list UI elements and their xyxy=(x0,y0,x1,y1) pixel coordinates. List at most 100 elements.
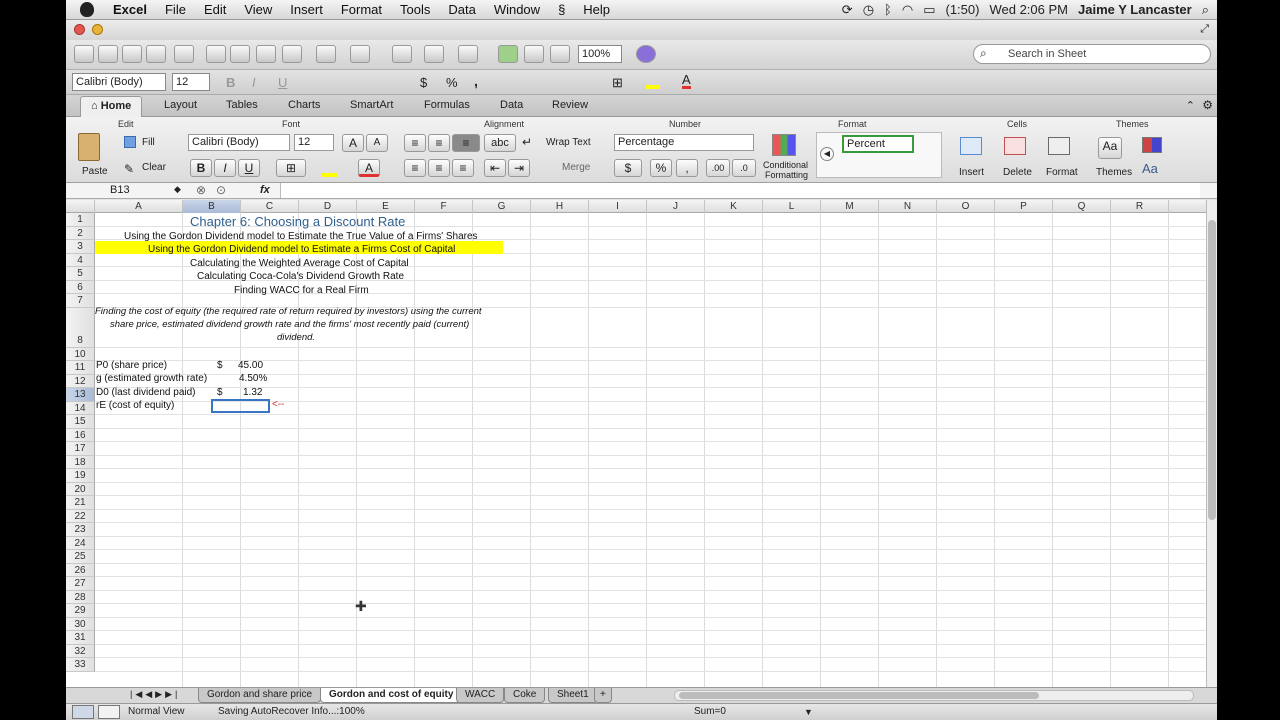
row-header-28[interactable]: 28 xyxy=(66,590,95,604)
row-header-21[interactable]: 21 xyxy=(66,496,95,510)
themes-button[interactable]: Themes xyxy=(1096,167,1132,178)
increase-decimal-button[interactable]: .00 xyxy=(706,159,730,177)
align-bottom-button[interactable]: ≡ xyxy=(452,134,480,152)
zoom-field[interactable]: 100% xyxy=(578,45,622,63)
row-header-4[interactable]: 4 xyxy=(66,253,95,267)
bold-button[interactable]: B xyxy=(226,75,235,90)
column-header-B[interactable]: B xyxy=(183,200,241,213)
media-icon[interactable] xyxy=(550,45,570,63)
ribbon-borders-button[interactable]: ⊞ xyxy=(276,159,306,177)
horizontal-scroll-thumb[interactable] xyxy=(679,692,1039,699)
theme-fonts-button[interactable]: Aa xyxy=(1142,161,1158,176)
name-box-stepper[interactable]: ◆ xyxy=(174,184,181,195)
ribbon-settings-icon[interactable]: ⚙ xyxy=(1202,98,1213,112)
row-header-29[interactable]: 29 xyxy=(66,604,95,618)
shrink-font-button[interactable]: A xyxy=(366,134,388,152)
cell-B10-symbol[interactable]: $ xyxy=(217,360,223,371)
ribbon-font-field[interactable]: Calibri (Body) xyxy=(188,134,290,151)
column-header-I[interactable]: I xyxy=(589,200,647,213)
paste-icon[interactable] xyxy=(78,133,100,161)
fill-button[interactable]: Fill xyxy=(142,137,155,148)
cell-A8-line1[interactable]: Finding the cost of equity (the required… xyxy=(95,306,482,317)
redo-icon[interactable] xyxy=(350,45,370,63)
cancel-formula-icon[interactable]: ⊗ xyxy=(196,183,206,197)
row-header-18[interactable]: 18 xyxy=(66,455,95,469)
row-header-30[interactable]: 30 xyxy=(66,617,95,631)
cell-B12-symbol[interactable]: $ xyxy=(217,387,223,398)
clear-button[interactable]: Clear xyxy=(142,162,166,173)
row-header-1[interactable]: 1 xyxy=(66,213,95,227)
cell-A8-line2[interactable]: share price, estimated dividend growth r… xyxy=(110,319,469,330)
row-header-26[interactable]: 26 xyxy=(66,563,95,577)
function-icon[interactable] xyxy=(498,45,518,63)
sheet-tab-gordon-share-price[interactable]: Gordon and share price xyxy=(198,688,322,703)
number-comma-button[interactable]: , xyxy=(676,159,698,177)
column-header-K[interactable]: K xyxy=(705,200,763,213)
themes-icon[interactable]: Aa xyxy=(1098,137,1122,159)
ribbon-bold-button[interactable]: B xyxy=(190,159,212,177)
decrease-decimal-button[interactable]: .0 xyxy=(732,159,756,177)
ribbon-underline-button[interactable]: U xyxy=(238,159,260,177)
currency-button[interactable]: $ xyxy=(420,75,427,90)
conditional-formatting-icon[interactable] xyxy=(772,134,796,156)
help-icon[interactable] xyxy=(636,45,656,63)
row-header-20[interactable]: 20 xyxy=(66,482,95,496)
vertical-scrollbar[interactable] xyxy=(1206,200,1217,703)
cell-B12[interactable]: 1.32 xyxy=(243,387,262,398)
number-currency-button[interactable]: $ xyxy=(614,159,642,177)
menu-view[interactable]: View xyxy=(235,2,281,17)
cell-A12[interactable]: D0 (last dividend paid) xyxy=(96,387,196,398)
insert-cells-icon[interactable] xyxy=(960,137,982,155)
name-box[interactable]: B13 xyxy=(110,184,130,196)
row-header-27[interactable]: 27 xyxy=(66,577,95,591)
tab-layout[interactable]: Layout xyxy=(164,99,197,111)
column-header-E[interactable]: E xyxy=(357,200,415,213)
fill-icon[interactable] xyxy=(124,136,136,148)
column-header-J[interactable]: J xyxy=(647,200,705,213)
minimize-button[interactable] xyxy=(92,24,103,35)
align-left-button[interactable]: ≡ xyxy=(404,159,426,177)
theme-colors-icon[interactable] xyxy=(1142,137,1162,153)
selected-cell-B13[interactable] xyxy=(211,399,270,413)
wifi-icon[interactable]: ◠ xyxy=(902,2,913,18)
format-painter-icon[interactable] xyxy=(282,45,302,63)
font-color-button[interactable]: A xyxy=(682,73,691,89)
spotlight-icon[interactable]: ⌕ xyxy=(1202,2,1209,18)
column-header-Q[interactable]: Q xyxy=(1053,200,1111,213)
row-header-11[interactable]: 11 xyxy=(66,361,95,375)
cell-A6[interactable]: Finding WACC for a Real Firm xyxy=(234,285,369,296)
horizontal-scrollbar[interactable] xyxy=(674,690,1194,701)
cell-A1-title[interactable]: Chapter 6: Choosing a Discount Rate xyxy=(190,214,405,229)
ribbon-size-field[interactable]: 12 xyxy=(294,134,334,151)
cell-A8-line3[interactable]: dividend. xyxy=(277,332,315,343)
row-header-3[interactable]: 3 xyxy=(66,240,95,254)
row-header-31[interactable]: 31 xyxy=(66,631,95,645)
borders-icon[interactable]: ⊞ xyxy=(612,75,623,91)
cell-A13[interactable]: rE (cost of equity) xyxy=(96,400,174,411)
ribbon-font-color-button[interactable]: A xyxy=(358,159,380,177)
undo-icon[interactable] xyxy=(316,45,336,63)
row-header-5[interactable]: 5 xyxy=(66,267,95,281)
wrap-text-button[interactable]: Wrap Text xyxy=(546,137,591,148)
font-name-field[interactable]: Calibri (Body) xyxy=(72,73,166,91)
menu-file[interactable]: File xyxy=(156,2,195,17)
tab-formulas[interactable]: Formulas xyxy=(424,99,470,111)
row-header-19[interactable]: 19 xyxy=(66,469,95,483)
tab-home[interactable]: ⌂ Home xyxy=(80,96,143,117)
cut-icon[interactable] xyxy=(206,45,226,63)
collapse-ribbon-icon[interactable]: ⌃ xyxy=(1186,99,1195,112)
cell-A5[interactable]: Calculating Coca-Cola's Dividend Growth … xyxy=(197,271,404,282)
orientation-button[interactable]: abc xyxy=(484,134,516,152)
percent-button[interactable]: % xyxy=(446,75,458,90)
row-header-2[interactable]: 2 xyxy=(66,226,95,240)
row-header-23[interactable]: 23 xyxy=(66,523,95,537)
comma-button[interactable]: , xyxy=(474,73,478,89)
sort-icon[interactable] xyxy=(424,45,444,63)
copy-icon[interactable] xyxy=(230,45,250,63)
function-wizard-button[interactable]: fx xyxy=(260,184,270,196)
paste-icon[interactable] xyxy=(256,45,276,63)
add-sheet-button[interactable]: + xyxy=(594,688,612,703)
cell-B11[interactable]: 4.50% xyxy=(239,373,267,384)
menu-data[interactable]: Data xyxy=(439,2,484,17)
menu-format[interactable]: Format xyxy=(332,2,391,17)
